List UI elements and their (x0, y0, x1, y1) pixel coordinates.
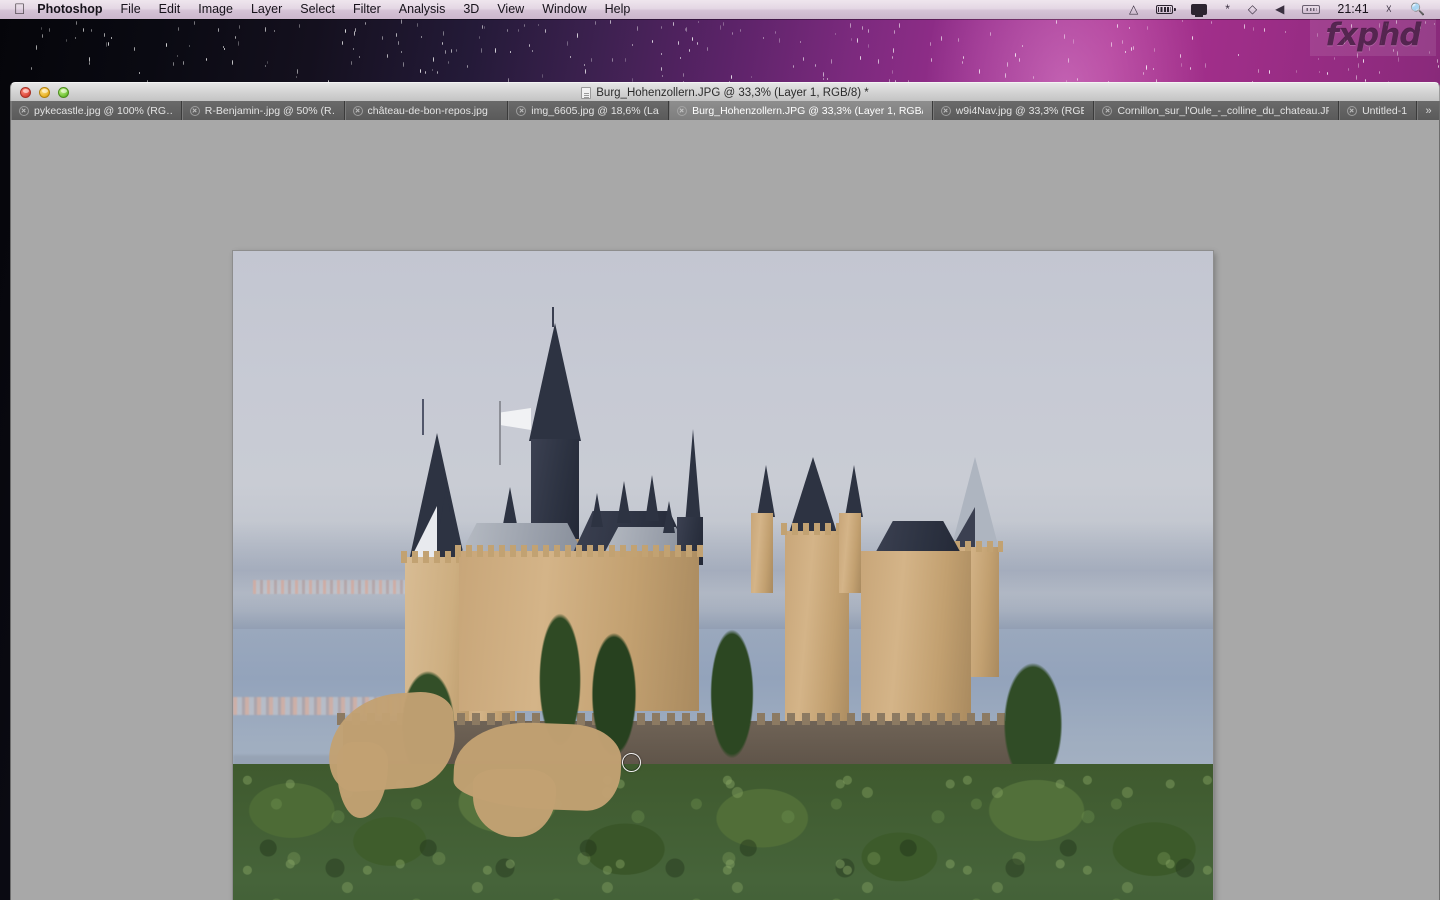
document-tab-r-benjamin[interactable]: R-Benjamin-.jpg @ 50% (R… (181, 101, 345, 120)
castle-turret-right-a (751, 513, 773, 593)
menu-item-help[interactable]: Help (596, 0, 640, 19)
close-icon[interactable] (1102, 105, 1113, 116)
menu-item-edit[interactable]: Edit (150, 0, 190, 19)
castle-spire-far-right (951, 457, 999, 549)
close-icon[interactable] (189, 105, 200, 116)
display-icon[interactable] (1182, 4, 1216, 17)
close-button[interactable] (20, 86, 31, 98)
apple-logo-icon[interactable]:  (14, 2, 25, 17)
window-title-bar[interactable]: Burg_Hohenzollern.JPG @ 33,3% (Layer 1, … (10, 82, 1440, 101)
tab-label: w9i4Nav.jpg @ 33,3% (RGB… (955, 104, 1085, 117)
castle-spire-left (409, 433, 465, 561)
document-tab-img-6605[interactable]: img_6605.jpg @ 18,6% (La… (508, 101, 670, 120)
castle-spire-central (529, 323, 581, 441)
bluetooth-icon[interactable]: * (1216, 0, 1239, 19)
bell-icon[interactable]: △ (1120, 0, 1147, 19)
tab-label: pykecastle.jpg @ 100% (RG… (34, 104, 172, 117)
photoshop-document-window: Burg_Hohenzollern.JPG @ 33,3% (Layer 1, … (10, 82, 1440, 900)
document-tab-burg-hohenzollern[interactable]: Burg_Hohenzollern.JPG @ 33,3% (Layer 1, … (669, 101, 933, 120)
tab-label: img_6605.jpg @ 18,6% (La… (531, 104, 660, 117)
castle-pinnacle-1 (439, 487, 453, 531)
minimize-button[interactable] (39, 86, 50, 98)
menu-item-select[interactable]: Select (291, 0, 344, 19)
close-icon[interactable] (19, 105, 29, 116)
castle-crenellation-palas (455, 545, 705, 557)
image-canvas[interactable] (233, 251, 1213, 900)
castle-turret-right-b (839, 513, 861, 593)
window-title-text: Burg_Hohenzollern.JPG @ 33,3% (Layer 1, … (596, 86, 869, 99)
menu-app-name[interactable]: Photoshop (37, 0, 111, 19)
castle-gothic-spire (685, 429, 701, 525)
volume-icon[interactable]: ◀ (1266, 0, 1293, 19)
tab-label: Burg_Hohenzollern.JPG @ 33,3% (Layer 1, … (692, 104, 923, 117)
castle-pinnacle-4 (591, 493, 603, 527)
castle-flagpole-central (499, 401, 501, 465)
battery-icon[interactable] (1147, 5, 1182, 14)
document-icon (581, 86, 592, 99)
menu-item-window[interactable]: Window (533, 0, 595, 19)
tab-label: château-de-bon-repos.jpg (367, 104, 488, 117)
search-icon[interactable]: 🔍 (1401, 0, 1434, 19)
window-traffic-lights (20, 86, 69, 98)
close-icon[interactable] (352, 105, 363, 116)
castle-spire-right-b (845, 465, 863, 517)
tab-label: Untitled-1 @ (1362, 104, 1407, 117)
close-icon[interactable] (677, 105, 688, 116)
castle-building-right-end (861, 551, 971, 721)
menu-item-analysis[interactable]: Analysis (390, 0, 455, 19)
document-workspace[interactable] (10, 120, 1440, 900)
castle-pinnacle-3 (645, 475, 659, 521)
document-tab-chateau-de-bon-repos[interactable]: château-de-bon-repos.jpg (344, 101, 509, 120)
menu-item-view[interactable]: View (488, 0, 533, 19)
wifi-icon[interactable]: ◇ (1239, 0, 1266, 19)
menu-item-filter[interactable]: Filter (344, 0, 390, 19)
castle-pinnacle-2 (617, 481, 631, 523)
document-tab-w9i4nav[interactable]: w9i4Nav.jpg @ 33,3% (RGB… (932, 101, 1095, 120)
castle-flag (501, 408, 531, 430)
castle-pinnacle-5 (663, 501, 675, 533)
document-tab-untitled-1[interactable]: Untitled-1 @ (1339, 101, 1417, 120)
mac-menu-bar:  Photoshop File Edit Image Layer Select… (0, 0, 1440, 19)
close-icon[interactable] (940, 105, 951, 116)
castle-conifer-c (703, 595, 761, 775)
document-tab-cornillon-sur-loule[interactable]: Cornillon_sur_l'Oule_-_colline_du_chatea… (1094, 101, 1340, 120)
menu-bar-clock[interactable]: 21:41 (1329, 0, 1376, 19)
close-icon[interactable] (516, 105, 527, 116)
fxphd-watermark: fxphd (1310, 14, 1436, 56)
castle-finial-central (552, 307, 554, 327)
menu-item-image[interactable]: Image (189, 0, 242, 19)
document-tab-pykecastle[interactable]: pykecastle.jpg @ 100% (RG… (11, 101, 182, 120)
castle-finial-left (422, 399, 424, 435)
close-icon[interactable] (1347, 105, 1358, 116)
keyboard-input-icon[interactable] (1293, 5, 1329, 14)
document-tab-bar: pykecastle.jpg @ 100% (RG… R-Benjamin-.j… (10, 101, 1440, 120)
menu-bar-status-tray: △ * ◇ ◀ 21:41 ☓ 🔍 (1120, 0, 1434, 19)
castle-spire-right-a (757, 465, 775, 517)
window-title: Burg_Hohenzollern.JPG @ 33,3% (Layer 1, … (11, 83, 1439, 102)
menu-item-3d[interactable]: 3D (454, 0, 488, 19)
menu-item-layer[interactable]: Layer (242, 0, 291, 19)
tab-overflow-chevron-icon[interactable]: » (1417, 101, 1439, 120)
zoom-button[interactable] (58, 86, 69, 98)
tab-label: Cornillon_sur_l'Oule_-_colline_du_chatea… (1117, 104, 1330, 117)
tab-label: R-Benjamin-.jpg @ 50% (R… (204, 104, 335, 117)
boxed-x-icon[interactable]: ☓ (1377, 0, 1401, 19)
castle-spire-right-keep (789, 457, 837, 533)
menu-item-file[interactable]: File (112, 0, 150, 19)
